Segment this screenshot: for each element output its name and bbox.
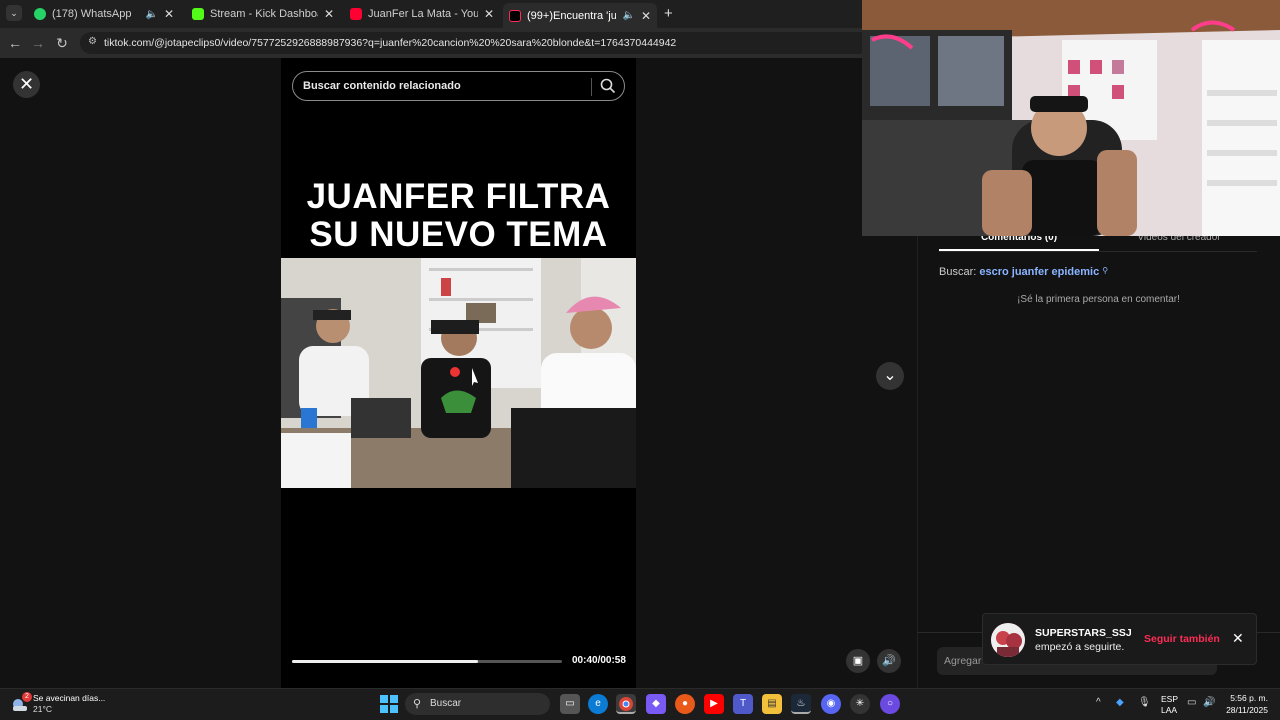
avatar-image: [991, 623, 1025, 657]
speaker-icon[interactable]: 🔈: [622, 10, 634, 21]
video-time: 00:40/00:58: [572, 655, 626, 666]
site-info-icon[interactable]: ⚙: [88, 36, 97, 47]
video-progress-fill: [292, 660, 479, 663]
back-icon[interactable]: ←: [5, 33, 25, 53]
microphone-icon[interactable]: 🎙: [1138, 697, 1151, 708]
tab-close-icon[interactable]: ✕: [641, 9, 651, 23]
new-tab-button[interactable]: +: [664, 5, 673, 22]
search-icon[interactable]: [599, 77, 617, 95]
url-text: tiktok.com/@jotapeclips0/video/757725292…: [104, 37, 677, 49]
taskbar-search[interactable]: ⚲ Buscar: [405, 693, 550, 715]
app-icon-2[interactable]: ○: [880, 694, 900, 714]
tab-whatsapp[interactable]: (178) WhatsApp 🔈 ✕: [28, 3, 180, 25]
search-icon: ⚲: [413, 698, 422, 710]
miniplayer-icon[interactable]: ▣: [846, 649, 870, 673]
tray-app-icon[interactable]: ◆: [1116, 697, 1124, 708]
video-headline: JUANFER FILTRA SU NUEVO TEMA: [281, 178, 636, 254]
avatar[interactable]: [991, 623, 1025, 657]
chrome-icon[interactable]: [616, 694, 636, 714]
steam-icon[interactable]: ♨: [791, 694, 811, 714]
search-placeholder: Buscar contenido relacionado: [303, 80, 461, 92]
tab-youtube[interactable]: JuanFer La Mata - YouTube ✕: [344, 3, 500, 25]
webcam-image: [862, 0, 1280, 236]
youtube-icon: [350, 8, 362, 20]
tab-title: Stream - Kick Dashboard: [210, 8, 318, 20]
webcam-overlay: [862, 0, 1280, 236]
network-icon[interactable]: ▭: [1187, 697, 1196, 708]
firefox-icon[interactable]: ●: [675, 694, 695, 714]
search-query-link[interactable]: escro juanfer epidemic: [979, 266, 1099, 278]
volume-icon[interactable]: 🔊: [877, 649, 901, 673]
reload-icon[interactable]: ↻: [52, 33, 72, 53]
keyboard-layout: LAA: [1161, 705, 1178, 715]
headline-line-1: JUANFER FILTRA: [306, 177, 611, 216]
tab-divider: [939, 251, 1257, 252]
search-label: Buscar:: [939, 266, 977, 278]
speaker-icon[interactable]: 🔊: [1203, 697, 1215, 708]
tab-kick[interactable]: Stream - Kick Dashboard ✕: [186, 3, 340, 25]
speaker-icon[interactable]: 🔈: [145, 9, 157, 20]
weather-text[interactable]: Se avecinan días...: [33, 693, 105, 703]
whatsapp-icon: [34, 8, 46, 20]
search-suggestion[interactable]: Buscar: escro juanfer epidemic ⚲: [939, 266, 1108, 278]
taskbar-search-label: Buscar: [430, 698, 462, 709]
active-tab-indicator: [939, 249, 1099, 251]
edge-icon[interactable]: e: [588, 694, 608, 714]
tab-tiktok[interactable]: (99+)Encuentra 'juanfer can 🔈 ✕: [503, 3, 657, 28]
follow-back-button[interactable]: Seguir también: [1144, 633, 1220, 645]
headline-line-2: SU NUEVO TEMA: [309, 215, 608, 254]
tab-close-icon[interactable]: ✕: [324, 7, 334, 21]
app-icon[interactable]: ✳: [850, 694, 870, 714]
video-scene-image: [281, 258, 636, 488]
close-notification-icon[interactable]: ✕: [1232, 630, 1244, 647]
notification-username[interactable]: SUPERSTARS_SSJ: [1035, 627, 1132, 639]
chevron-up-icon[interactable]: ^: [1096, 697, 1101, 708]
weather-badge: 2: [22, 692, 32, 702]
address-bar[interactable]: ⚙ tiktok.com/@jotapeclips0/video/7577252…: [80, 32, 880, 54]
empty-comments-message: ¡Sé la primera persona en comentar!: [1017, 294, 1180, 305]
related-search-input[interactable]: Buscar contenido relacionado: [292, 71, 625, 101]
video-frame: [281, 258, 636, 488]
windows-taskbar: [0, 688, 1280, 720]
tab-close-icon[interactable]: ✕: [164, 7, 174, 21]
search-icon: ⚲: [1102, 266, 1109, 275]
task-view-icon[interactable]: ▭: [560, 694, 580, 714]
tab-search-button[interactable]: ⌄: [6, 5, 22, 21]
notification-message: empezó a seguirte.: [1035, 641, 1125, 653]
kick-icon: [192, 8, 204, 20]
start-icon[interactable]: [380, 695, 398, 713]
tab-title: (178) WhatsApp: [52, 8, 132, 20]
youtube-app-icon[interactable]: ▶: [704, 694, 724, 714]
copilot-icon[interactable]: ◆: [646, 694, 666, 714]
search-divider: [591, 78, 592, 96]
teams-icon[interactable]: T: [733, 694, 753, 714]
tab-title: JuanFer La Mata - YouTube: [368, 8, 478, 20]
tiktok-icon: [509, 9, 521, 22]
file-explorer-icon[interactable]: ▤: [762, 694, 782, 714]
weather-temp: 21°C: [33, 704, 52, 714]
discord-icon[interactable]: ◉: [821, 694, 841, 714]
clock-time[interactable]: 5:56 p. m.: [1224, 693, 1268, 703]
forward-icon[interactable]: →: [28, 33, 48, 53]
clock-date: 28/11/2025: [1226, 705, 1268, 715]
tab-title: (99+)Encuentra 'juanfer can: [527, 9, 617, 22]
language-indicator[interactable]: ESP: [1161, 694, 1178, 704]
next-video-button[interactable]: ⌄: [876, 362, 904, 390]
close-video-button[interactable]: ✕: [13, 71, 40, 98]
tab-close-icon[interactable]: ✕: [484, 7, 494, 21]
